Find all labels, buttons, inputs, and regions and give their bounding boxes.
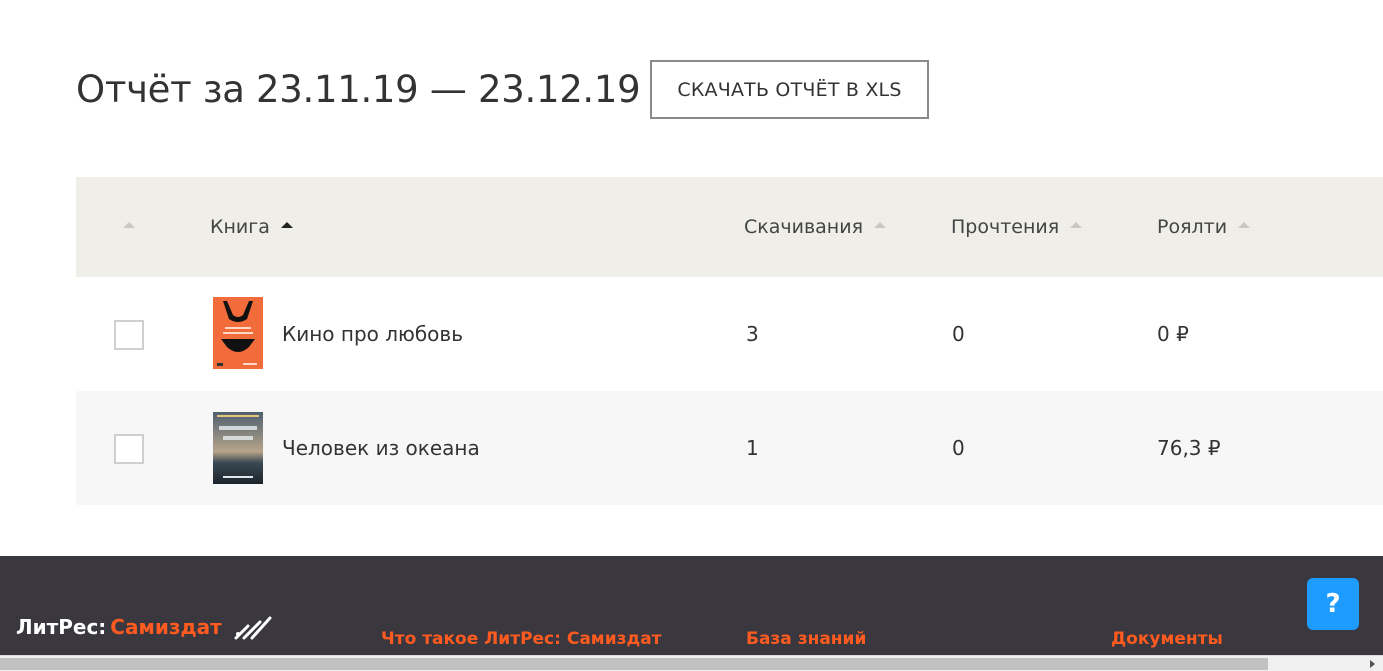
page-title: Отчёт за 23.11.19 — 23.12.19 xyxy=(76,68,641,111)
sort-caret-icon xyxy=(123,222,135,228)
litres-samizdat-logo[interactable]: ЛитРес: Самиздат xyxy=(16,614,272,640)
table-row: Кино про любовь 3 0 0 ₽ xyxy=(76,277,1383,391)
book-title[interactable]: Человек из океана xyxy=(282,436,480,460)
reads-value: 0 xyxy=(952,322,965,346)
scroll-right-arrow-icon[interactable] xyxy=(1370,660,1375,668)
logo-part1: ЛитРес: xyxy=(16,615,107,639)
column-reads[interactable]: Прочтения xyxy=(951,177,1083,277)
logo-part2: Самиздат xyxy=(110,615,222,639)
footer-link-documents[interactable]: Документы xyxy=(1111,629,1223,649)
report-table: Книга Скачивания Прочтения Роялти Кино п… xyxy=(76,177,1383,505)
sort-caret-icon xyxy=(280,222,293,228)
book-title[interactable]: Кино про любовь xyxy=(282,322,463,346)
row-checkbox[interactable] xyxy=(114,320,144,350)
help-button[interactable]: ? xyxy=(1307,578,1359,630)
sort-caret-icon xyxy=(874,222,887,228)
downloads-value: 1 xyxy=(746,436,759,460)
column-downloads[interactable]: Скачивания xyxy=(744,177,887,277)
table-header: Книга Скачивания Прочтения Роялти xyxy=(76,177,1383,277)
footer-link-about[interactable]: Что такое ЛитРес: Самиздат xyxy=(381,629,662,649)
sort-caret-icon xyxy=(1238,222,1251,228)
table-row: Человек из океана 1 0 76,3 ₽ xyxy=(76,391,1383,505)
column-book[interactable]: Книга xyxy=(210,177,293,277)
book-cover-image[interactable] xyxy=(213,297,263,369)
sort-caret-icon xyxy=(1070,222,1083,228)
column-reads-label: Прочтения xyxy=(951,216,1060,238)
scrollbar-thumb[interactable] xyxy=(0,658,1268,670)
downloads-value: 3 xyxy=(746,322,759,346)
select-column-sort[interactable] xyxy=(123,177,135,277)
column-royalty[interactable]: Роялти xyxy=(1157,177,1251,277)
footer-link-knowledge-base[interactable]: База знаний xyxy=(746,629,866,649)
download-xls-button[interactable]: СКАЧАТЬ ОТЧЁТ В XLS xyxy=(650,60,929,119)
pen-strokes-icon xyxy=(234,616,272,640)
book-cover-image[interactable] xyxy=(213,412,263,484)
column-downloads-label: Скачивания xyxy=(744,216,864,238)
royalty-value: 0 ₽ xyxy=(1157,322,1189,346)
row-checkbox[interactable] xyxy=(114,434,144,464)
column-royalty-label: Роялти xyxy=(1157,216,1228,238)
royalty-value: 76,3 ₽ xyxy=(1157,436,1221,460)
reads-value: 0 xyxy=(952,436,965,460)
horizontal-scrollbar[interactable] xyxy=(0,655,1383,671)
column-book-label: Книга xyxy=(210,216,270,238)
